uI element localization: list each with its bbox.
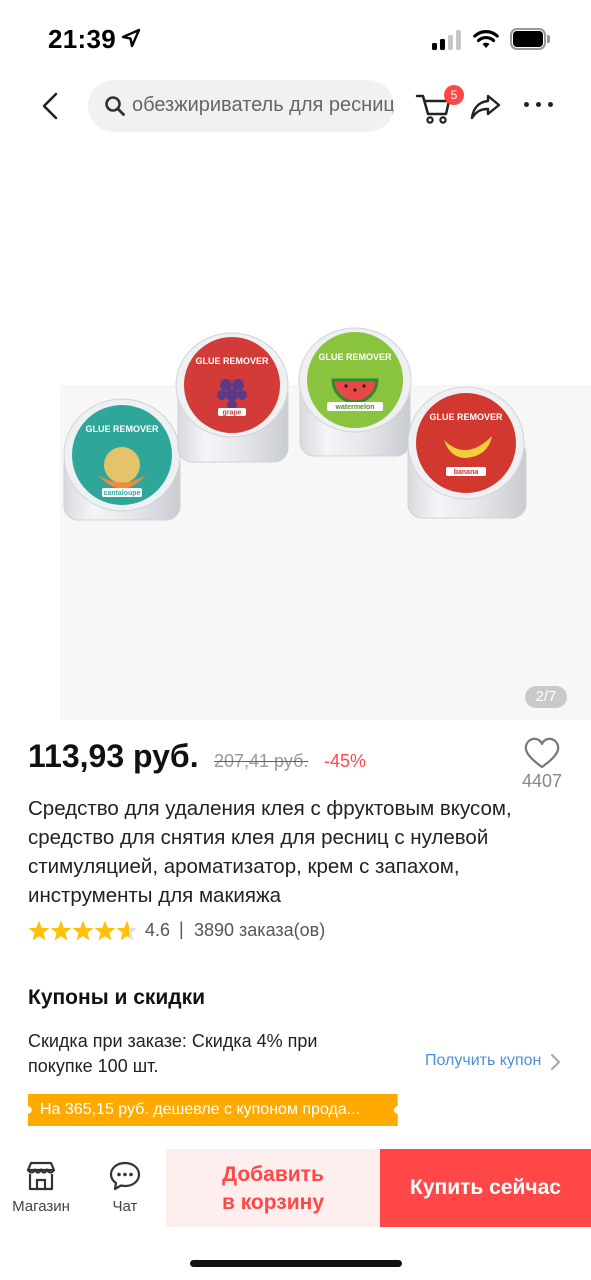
svg-text:cantaloupe: cantaloupe (104, 490, 141, 497)
location-arrow-icon (121, 28, 141, 48)
search-query: обезжириватель для ресниц (132, 94, 394, 116)
store-icon (26, 1161, 56, 1191)
svg-text:GLUE REMOVER: GLUE REMOVER (85, 424, 159, 434)
rating-separator: | (179, 919, 184, 939)
price: 113,93 руб. (28, 738, 199, 774)
rating-value: 4.6 (145, 920, 171, 940)
search-input[interactable]: обезжириватель для ресниц (88, 80, 394, 132)
share-icon[interactable] (468, 88, 504, 124)
wishlist-count: 4407 (521, 771, 563, 791)
coupons-title: Купоны и скидки (28, 986, 206, 1009)
product-photo: cantaloupe GLUE REMOVER grape GLUE REMOV… (63, 327, 527, 521)
cart-count-badge: 5 (444, 85, 464, 105)
chat-icon (109, 1161, 141, 1191)
rating-star (116, 920, 138, 941)
store-button[interactable]: Магазин (4, 1158, 78, 1224)
chat-button[interactable]: Чат (92, 1158, 158, 1224)
header: обезжириватель для ресниц 5 (0, 78, 591, 134)
battery-icon (510, 28, 550, 50)
rating-star (72, 920, 94, 941)
old-price: 207,41 руб. (214, 751, 309, 771)
store-label: Магазин (12, 1198, 70, 1215)
rating-star (94, 920, 116, 941)
home-indicator (190, 1260, 402, 1267)
svg-text:watermelon: watermelon (335, 404, 375, 411)
product-image-gallery[interactable]: cantaloupe GLUE REMOVER grape GLUE REMOV… (0, 140, 591, 720)
jar-grape: grape GLUE REMOVER (175, 332, 289, 463)
search-icon (105, 96, 125, 116)
rating-star (28, 920, 50, 941)
buy-now-button[interactable]: Купить сейчас (380, 1149, 591, 1227)
star-rating-icon (28, 920, 138, 941)
wifi-icon (473, 30, 499, 48)
jar-watermelon: watermelon GLUE REMOVER (298, 327, 412, 457)
more-dots-icon[interactable] (522, 94, 556, 114)
gallery-counter: 2/7 (525, 686, 567, 708)
get-coupon-link[interactable]: Получить купон (425, 1052, 541, 1070)
orders-count: 3890 заказа(ов) (194, 920, 326, 940)
svg-text:grape: grape (222, 410, 241, 417)
product-title: Средство для удаления клея с фруктовым в… (28, 797, 512, 907)
jar-cantaloupe: cantaloupe GLUE REMOVER (63, 398, 181, 521)
svg-text:GLUE REMOVER: GLUE REMOVER (195, 356, 269, 366)
add-to-cart-label-line1: Добавить (222, 1163, 324, 1186)
back-chevron-icon[interactable] (30, 86, 70, 126)
jar-banana: banana GLUE REMOVER (407, 386, 527, 519)
cellular-signal-icon (432, 30, 464, 50)
rating-star (50, 920, 72, 941)
heart-icon[interactable] (520, 735, 564, 771)
add-to-cart-label-line2: в корзину (221, 1191, 325, 1214)
coupon-banner[interactable]: На 365,15 руб. дешевле с купоном прода..… (28, 1094, 398, 1126)
svg-text:GLUE REMOVER: GLUE REMOVER (318, 352, 392, 362)
chevron-right-icon[interactable] (549, 1053, 563, 1071)
add-to-cart-button[interactable]: Добавить в корзину (166, 1149, 380, 1227)
status-bar: 21:39 (0, 0, 591, 80)
discount-badge: -45% (324, 751, 367, 771)
status-time: 21:39 (48, 24, 116, 54)
svg-text:banana: banana (454, 469, 479, 476)
coupon-description: Скидка при заказе: Скидка 4% при покупке… (28, 1031, 318, 1076)
chat-label: Чат (112, 1198, 138, 1215)
bottom-action-bar: Магазин Чат Добавить в корзину Купить се… (0, 1148, 591, 1228)
svg-text:GLUE REMOVER: GLUE REMOVER (429, 412, 503, 422)
